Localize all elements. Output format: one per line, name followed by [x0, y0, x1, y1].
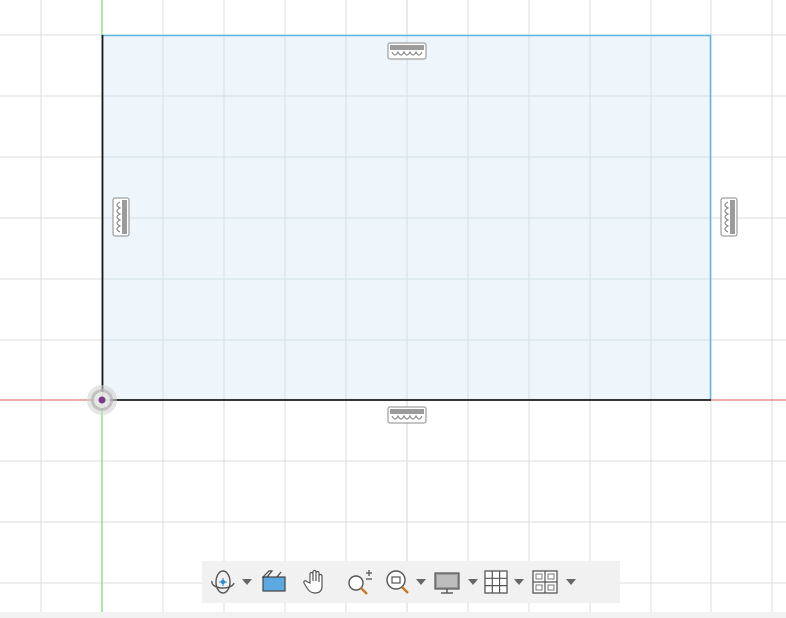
grid-snaps-dropdown[interactable] — [512, 561, 526, 603]
navigation-toolbar — [202, 561, 620, 603]
orbit-button[interactable] — [206, 561, 240, 603]
horizontal-constraint-icon — [387, 406, 427, 424]
zoom-button[interactable] — [338, 561, 382, 603]
vertical-constraint-right[interactable] — [720, 197, 738, 242]
dropdown-arrow-icon — [242, 579, 252, 585]
origin-point-icon[interactable] — [87, 385, 117, 415]
dropdown-arrow-icon — [566, 579, 576, 585]
horizontal-constraint-icon — [387, 42, 427, 60]
viewports-icon — [532, 570, 558, 594]
fit-dropdown[interactable] — [414, 561, 428, 603]
status-strip — [0, 612, 786, 618]
orbit-dropdown[interactable] — [240, 561, 254, 603]
canvas-graphics — [0, 0, 786, 612]
vertical-constraint-icon — [112, 197, 130, 237]
horizontal-constraint-top[interactable] — [387, 42, 427, 65]
pan-hand-icon — [303, 569, 323, 594]
viewports-button[interactable] — [526, 561, 564, 603]
pan-button[interactable] — [294, 561, 338, 603]
dropdown-arrow-icon — [416, 579, 426, 585]
fit-button[interactable] — [382, 561, 414, 603]
dropdown-arrow-icon — [514, 579, 524, 585]
display-monitor-icon — [434, 572, 460, 594]
display-settings-dropdown[interactable] — [466, 561, 480, 603]
grid-icon — [484, 570, 508, 594]
zoom-window-icon — [386, 570, 409, 594]
horizontal-constraint-bottom[interactable] — [387, 406, 427, 429]
display-settings-button[interactable] — [428, 561, 466, 603]
viewports-dropdown[interactable] — [564, 561, 578, 603]
orbit-icon — [211, 570, 235, 594]
dropdown-arrow-icon — [468, 579, 478, 585]
zoom-icon — [348, 570, 372, 595]
look-at-button[interactable] — [254, 561, 294, 603]
grid-snaps-button[interactable] — [480, 561, 512, 603]
sketch-canvas[interactable] — [0, 0, 786, 618]
vertical-constraint-icon — [720, 197, 738, 237]
vertical-constraint-left[interactable] — [112, 197, 130, 242]
look-at-icon — [261, 570, 286, 592]
